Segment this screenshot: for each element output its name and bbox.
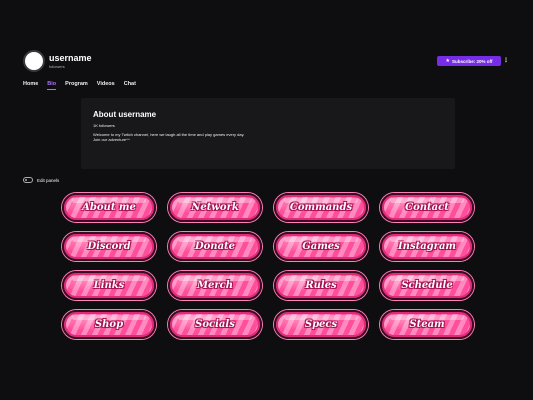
avatar[interactable] bbox=[23, 50, 45, 72]
panel-games[interactable]: Games bbox=[274, 232, 368, 261]
edit-panels-control[interactable]: Edit panels bbox=[23, 177, 59, 183]
edit-panels-toggle[interactable] bbox=[23, 177, 33, 183]
panel-label: Commands bbox=[289, 202, 353, 213]
more-vertical-icon[interactable]: ⋮ bbox=[503, 56, 509, 66]
panel-label: Discord bbox=[87, 241, 131, 252]
tab-chat[interactable]: Chat bbox=[124, 81, 136, 90]
tab-home[interactable]: Home bbox=[23, 81, 38, 90]
panel-label: About me bbox=[82, 202, 136, 213]
star-icon: ★ bbox=[445, 58, 450, 64]
about-followers: 1K followers bbox=[93, 123, 115, 128]
panel-rules[interactable]: Rules bbox=[274, 271, 368, 300]
panel-label: Schedule bbox=[401, 280, 453, 291]
panel-schedule[interactable]: Schedule bbox=[380, 271, 474, 300]
panel-label: Merch bbox=[196, 280, 234, 291]
followers-count: followers bbox=[49, 64, 65, 69]
panel-commands[interactable]: Commands bbox=[274, 193, 368, 222]
panel-shop[interactable]: Shop bbox=[62, 310, 156, 339]
panel-contact[interactable]: Contact bbox=[380, 193, 474, 222]
panel-discord[interactable]: Discord bbox=[62, 232, 156, 261]
panel-label: Games bbox=[302, 241, 340, 252]
panel-about-me[interactable]: About me bbox=[62, 193, 156, 222]
panel-label: Rules bbox=[305, 280, 337, 291]
panel-donate[interactable]: Donate bbox=[168, 232, 262, 261]
panel-label: Specs bbox=[304, 319, 338, 330]
panel-instagram[interactable]: Instagram bbox=[380, 232, 474, 261]
panel-label: Links bbox=[93, 280, 125, 291]
tab-program[interactable]: Program bbox=[65, 81, 88, 90]
panel-label: Socials bbox=[195, 319, 235, 330]
about-description: Welcome to my Twitch channel, here we la… bbox=[93, 132, 393, 142]
panel-label: Contact bbox=[405, 202, 449, 213]
panel-label: Shop bbox=[94, 319, 124, 330]
panel-label: Steam bbox=[409, 319, 445, 330]
about-card: About username 1K followers Welcome to m… bbox=[81, 98, 455, 169]
tab-bio[interactable]: Bio bbox=[47, 81, 56, 90]
about-title: About username bbox=[93, 110, 157, 119]
subscribe-label: Subscribe: 20% off bbox=[451, 58, 493, 64]
panel-network[interactable]: Network bbox=[168, 193, 262, 222]
panel-grid: About me Network Commands Contact Discor… bbox=[62, 193, 474, 339]
about-description-line: Join our adventure^^ bbox=[93, 137, 130, 142]
channel-name[interactable]: username bbox=[49, 53, 92, 63]
tab-videos[interactable]: Videos bbox=[97, 81, 115, 90]
panel-label: Network bbox=[191, 202, 239, 213]
panel-label: Instagram bbox=[398, 241, 456, 252]
panel-socials[interactable]: Socials bbox=[168, 310, 262, 339]
panel-merch[interactable]: Merch bbox=[168, 271, 262, 300]
panel-specs[interactable]: Specs bbox=[274, 310, 368, 339]
channel-tabs: Home Bio Program Videos Chat bbox=[23, 81, 136, 90]
subscribe-button[interactable]: ★ Subscribe: 20% off bbox=[437, 56, 501, 66]
panel-label: Donate bbox=[194, 241, 236, 252]
panel-steam[interactable]: Steam bbox=[380, 310, 474, 339]
edit-panels-label: Edit panels bbox=[37, 177, 60, 183]
panel-links[interactable]: Links bbox=[62, 271, 156, 300]
